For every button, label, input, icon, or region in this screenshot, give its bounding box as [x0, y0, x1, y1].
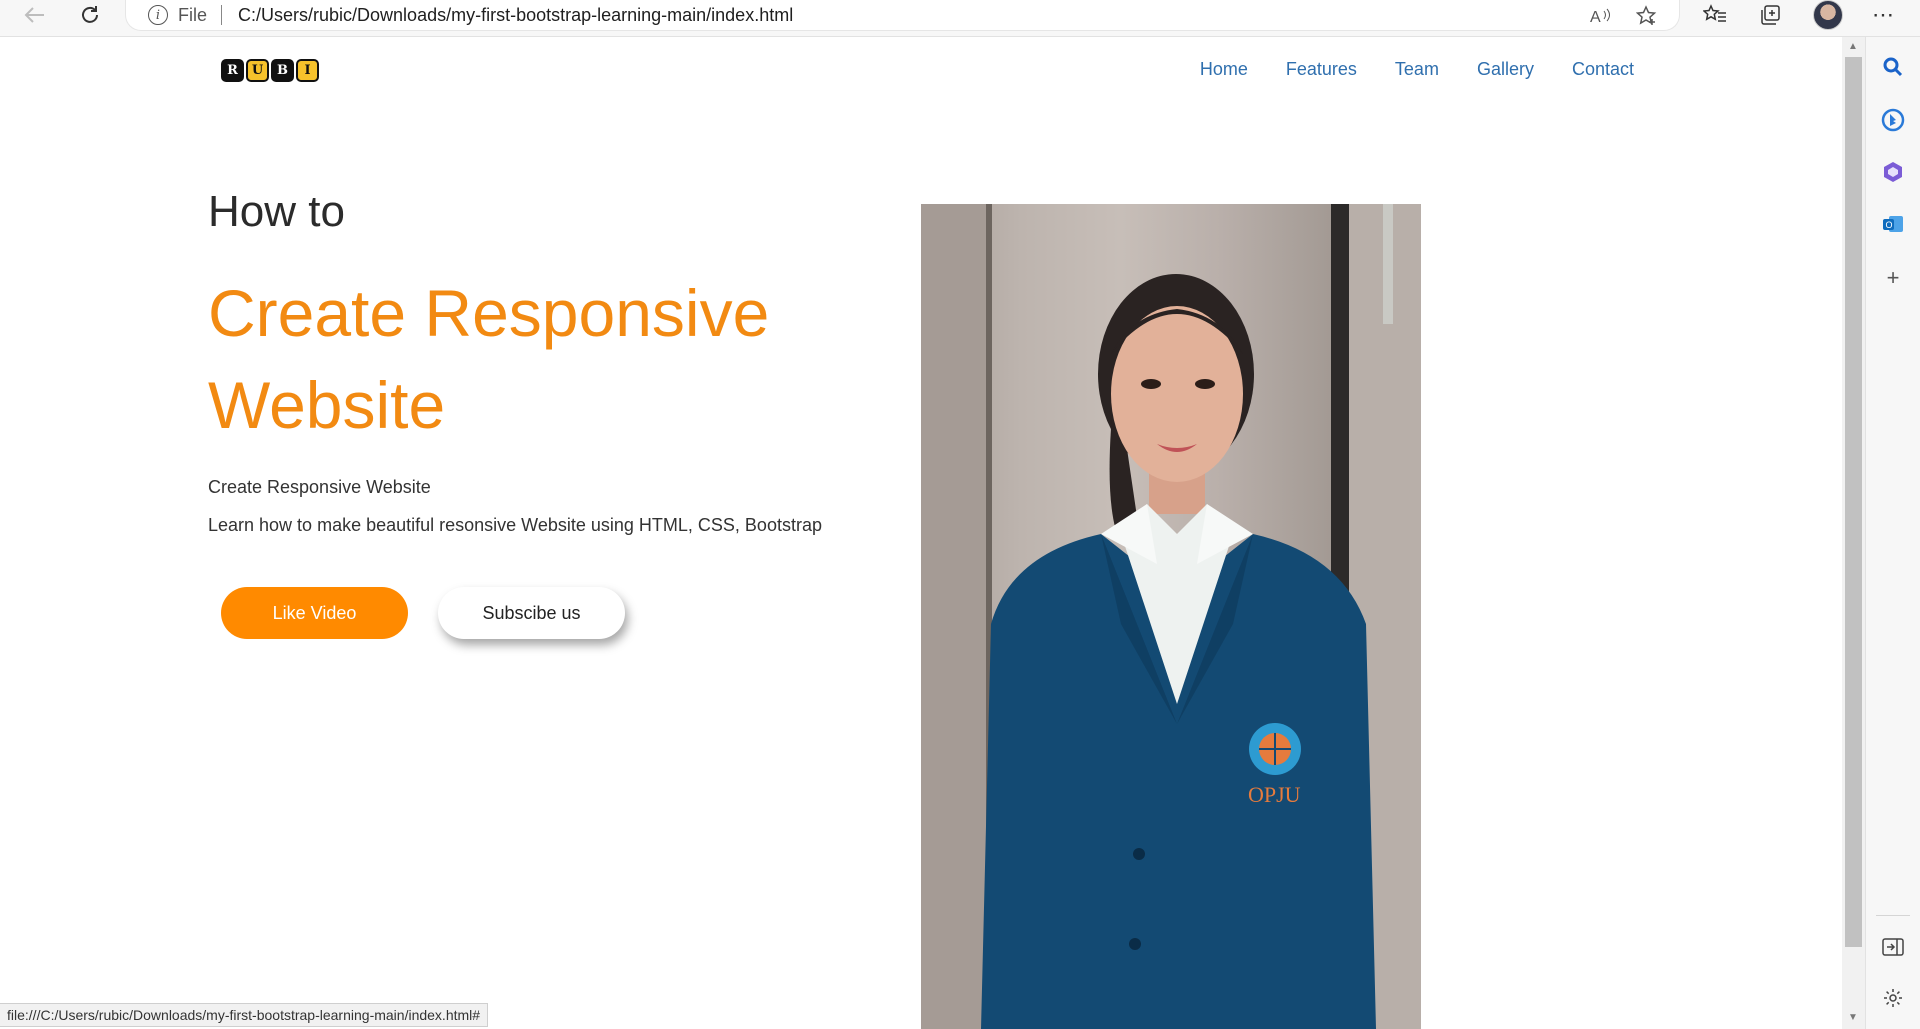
office-icon[interactable] [1880, 159, 1906, 185]
nav-gallery[interactable]: Gallery [1477, 59, 1534, 80]
nav-team[interactable]: Team [1395, 59, 1439, 80]
scroll-down-arrow[interactable]: ▼ [1846, 1012, 1860, 1026]
site-logo[interactable]: R U B I [221, 59, 319, 82]
profile-photo: OPJU [921, 204, 1421, 1029]
badge-text: OPJU [1248, 782, 1301, 807]
search-icon[interactable] [1880, 54, 1906, 80]
hero-headline: Create Responsive Website [208, 276, 770, 442]
svg-text:A: A [1590, 9, 1601, 25]
scheme-label: File [178, 4, 208, 25]
logo-letter: B [271, 59, 294, 82]
browser-toolbar: i File C:/Users/rubic/Downloads/my-first… [0, 0, 1920, 37]
info-icon[interactable]: i [148, 5, 168, 25]
divider [221, 5, 223, 25]
logo-letter: U [246, 59, 269, 82]
settings-icon[interactable] [1880, 985, 1906, 1011]
logo-letter: I [296, 59, 319, 82]
main-nav: Home Features Team Gallery Contact [1200, 59, 1634, 80]
nav-contact[interactable]: Contact [1572, 59, 1634, 80]
back-arrow-icon[interactable] [20, 2, 50, 28]
bing-chat-icon[interactable] [1880, 107, 1906, 133]
subscribe-button[interactable]: Subscibe us [438, 587, 625, 639]
browser-sidebar: O + [1865, 37, 1920, 1029]
url-text[interactable]: C:/Users/rubic/Downloads/my-first-bootst… [238, 5, 793, 26]
divider [1876, 915, 1910, 916]
hero-eyebrow: How to [208, 187, 345, 236]
nav-features[interactable]: Features [1286, 59, 1357, 80]
like-video-button[interactable]: Like Video [221, 587, 408, 639]
nav-home[interactable]: Home [1200, 59, 1248, 80]
status-bar-url: file:///C:/Users/rubic/Downloads/my-firs… [0, 1003, 489, 1027]
add-icon[interactable]: + [1880, 265, 1906, 291]
web-page: R U B I Home Features Team Gallery Conta… [0, 37, 1842, 1029]
refresh-icon[interactable] [75, 2, 105, 28]
svg-text:O: O [1886, 220, 1893, 230]
collections-icon[interactable] [1755, 2, 1785, 28]
hero-description: Learn how to make beautiful resonsive We… [208, 515, 822, 535]
more-icon[interactable]: ⋯ [1868, 2, 1898, 28]
address-bar[interactable]: i File C:/Users/rubic/Downloads/my-first… [125, 0, 1680, 31]
scrollbar-thumb[interactable] [1845, 57, 1862, 947]
read-aloud-icon[interactable]: A [1589, 4, 1613, 28]
scroll-up-arrow[interactable]: ▲ [1846, 41, 1860, 55]
profile-avatar[interactable] [1813, 0, 1843, 30]
outlook-icon[interactable]: O [1880, 211, 1906, 237]
add-favorite-icon[interactable] [1635, 4, 1659, 28]
favorites-icon[interactable] [1700, 2, 1730, 28]
logo-letter: R [221, 59, 244, 82]
hero-subtitle: Create Responsive Website [208, 477, 431, 497]
hide-sidebar-icon[interactable] [1880, 934, 1906, 960]
